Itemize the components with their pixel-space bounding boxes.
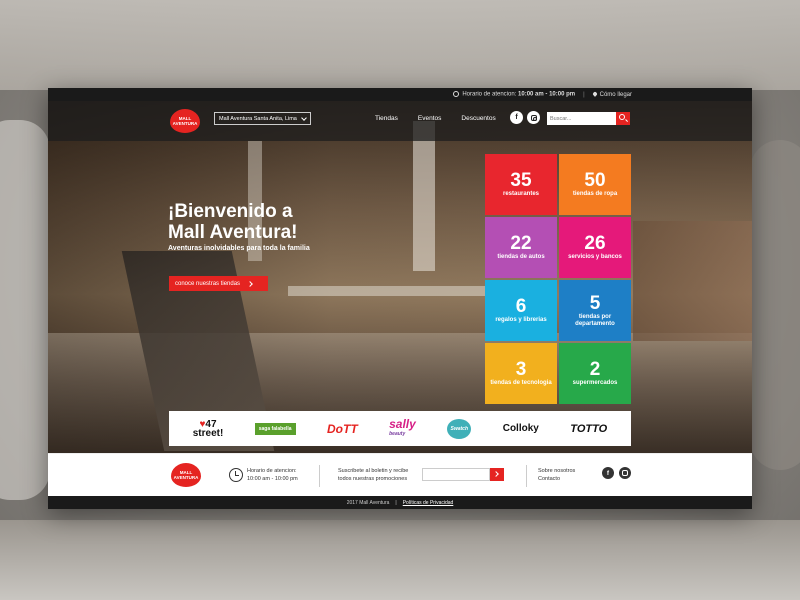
website-mockup: Horario de atencion: 10:00 am - 10:00 pm… bbox=[48, 88, 752, 509]
clock-icon bbox=[453, 91, 460, 98]
search-box bbox=[547, 112, 630, 125]
tile-tiendas-por-departamento[interactable]: 5 tiendas por departamento bbox=[559, 280, 631, 341]
facebook-icon[interactable]: f bbox=[510, 111, 523, 124]
category-tiles: 35 restaurantes 50 tiendas de ropa 22 tiend… bbox=[485, 154, 631, 404]
hero-section: MALL AVENTURA Mall Aventura Santa Anita,… bbox=[48, 101, 752, 462]
tile-supermercados[interactable]: 2 supermercados bbox=[559, 343, 631, 404]
mall-aventura-logo[interactable]: MALL AVENTURA bbox=[170, 109, 200, 133]
clock-icon bbox=[229, 468, 243, 482]
chevron-right-icon bbox=[247, 280, 253, 287]
brand-dott-logo[interactable]: DoTT bbox=[327, 422, 358, 436]
privacy-policy-link[interactable]: Políticas de Privacidad bbox=[403, 500, 454, 506]
brand-logos-strip: ♥47 street! saga falabella DoTT sally beau… bbox=[169, 411, 631, 446]
menu-item-tiendas[interactable]: Tiendas bbox=[375, 112, 398, 125]
about-link[interactable]: Sobre nosotros bbox=[538, 467, 575, 475]
chevron-right-icon bbox=[493, 471, 499, 477]
brand-47-street-logo[interactable]: ♥47 street! bbox=[193, 419, 224, 438]
search-button[interactable] bbox=[616, 112, 630, 125]
footer-hours: Horario de atencion: 10:00 am - 10:00 pm bbox=[247, 468, 298, 482]
tile-tiendas-de-ropa[interactable]: 50 tiendas de ropa bbox=[559, 154, 631, 215]
copyright-text: 2017 Mall Aventura bbox=[346, 499, 390, 506]
search-input[interactable] bbox=[547, 112, 616, 125]
footer-links: Sobre nosotros Contacto bbox=[538, 467, 575, 483]
menu-item-eventos[interactable]: Eventos bbox=[418, 112, 442, 125]
newsletter-email-input[interactable] bbox=[422, 468, 490, 481]
brand-totto-logo[interactable]: TOTTO bbox=[570, 423, 607, 435]
directions-link[interactable]: Cómo llegar bbox=[591, 90, 632, 98]
main-navbar: MALL AVENTURA Mall Aventura Santa Anita,… bbox=[48, 101, 752, 141]
brand-saga-falabella-logo[interactable]: saga falabella bbox=[254, 422, 296, 435]
newsletter-text: Suscribete al boletin y recibe todos nues… bbox=[338, 468, 409, 482]
contact-link[interactable]: Contacto bbox=[538, 475, 575, 483]
instagram-icon[interactable] bbox=[527, 111, 540, 124]
newsletter-submit-button[interactable] bbox=[490, 468, 504, 481]
location-pin-icon bbox=[591, 90, 598, 97]
social-links: f bbox=[510, 111, 540, 124]
top-info-bar: Horario de atencion: 10:00 am - 10:00 pm… bbox=[48, 88, 752, 101]
brand-colloky-logo[interactable]: Colloky bbox=[503, 423, 539, 434]
facebook-icon[interactable]: f bbox=[602, 467, 614, 479]
instagram-icon[interactable] bbox=[619, 467, 631, 479]
tile-tiendas-de-autos[interactable]: 22 tiendas de autos bbox=[485, 217, 557, 278]
menu-item-descuentos[interactable]: Descuentos bbox=[461, 112, 495, 125]
mall-selector-dropdown[interactable]: Mall Aventura Santa Anita, Lima bbox=[214, 112, 311, 125]
stores-cta-button[interactable]: conoce nuestras tiendas bbox=[169, 276, 268, 291]
brand-swatch-logo[interactable]: Swatch bbox=[447, 418, 472, 439]
main-menu: Tiendas Eventos Descuentos bbox=[375, 112, 516, 125]
search-icon bbox=[619, 114, 625, 120]
hero-text: ¡Bienvenido a Mall Aventura! Aventuras in… bbox=[168, 201, 310, 252]
footer: MALL AVENTURA Horario de atencion: 10:00 … bbox=[48, 453, 752, 496]
hero-subtitle: Aventuras inolvidables para toda la fami… bbox=[168, 245, 310, 252]
footer-logo[interactable]: MALL AVENTURA bbox=[171, 463, 201, 487]
brand-sally-beauty-logo[interactable]: sally beauty bbox=[389, 418, 416, 439]
hero-title: ¡Bienvenido a Mall Aventura! bbox=[168, 201, 298, 243]
tile-regalos-y-librerias[interactable]: 6 regalos y librerias bbox=[485, 280, 557, 341]
hours-info: Horario de atencion: 10:00 am - 10:00 pm bbox=[453, 91, 575, 98]
chevron-down-icon bbox=[301, 114, 307, 121]
tile-tiendas-de-tecnologia[interactable]: 3 tiendas de tecnologia bbox=[485, 343, 557, 404]
tile-servicios-y-bancos[interactable]: 26 servicios y bancos bbox=[559, 217, 631, 278]
tile-restaurantes[interactable]: 35 restaurantes bbox=[485, 154, 557, 215]
bottom-bar: 2017 Mall Aventura | Políticas de Privac… bbox=[48, 496, 752, 509]
